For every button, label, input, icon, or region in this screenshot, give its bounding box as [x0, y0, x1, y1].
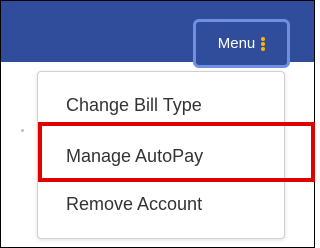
left-bullet	[21, 129, 24, 132]
kebab-icon	[261, 36, 266, 51]
menu-item-change-bill-type[interactable]: Change Bill Type	[66, 95, 202, 116]
menu-item-remove-account[interactable]: Remove Account	[66, 194, 202, 215]
menu-button-label: Menu	[217, 35, 256, 52]
menu-button[interactable]: Menu	[193, 19, 290, 68]
menu-item-manage-autopay[interactable]: Manage AutoPay	[66, 146, 203, 167]
menu-dropdown: Change Bill Type Manage AutoPay Remove A…	[37, 71, 285, 239]
